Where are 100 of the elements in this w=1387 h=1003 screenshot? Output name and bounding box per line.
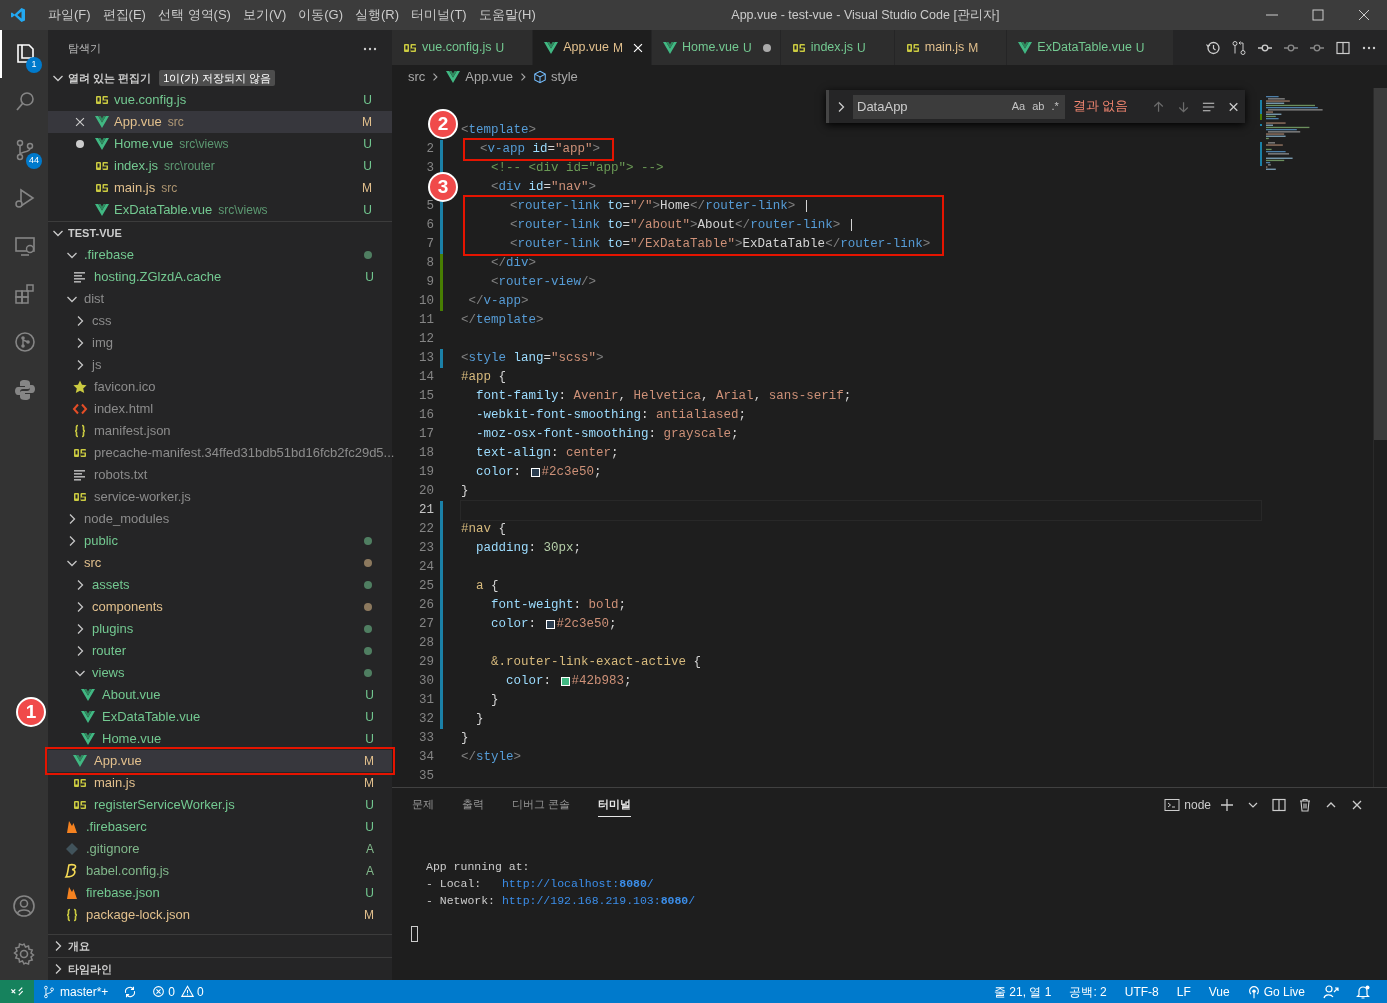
open-editor-item[interactable]: App.vue src M <box>48 111 392 133</box>
folder-item[interactable]: views <box>48 662 392 684</box>
editor-tab[interactable]: Home.vue U <box>652 30 781 65</box>
file-item[interactable]: hosting.ZGlzdA.cache U <box>48 266 392 288</box>
section-header[interactable]: 타임라인 <box>48 958 392 980</box>
open-editor-item[interactable]: ExDataTable.vue src\views U <box>48 199 392 221</box>
menu-item[interactable]: 파일(F) <box>42 5 97 25</box>
compare-changes-icon[interactable] <box>1231 39 1247 56</box>
file-item[interactable]: About.vue U <box>48 684 392 706</box>
file-item[interactable]: index.html <box>48 398 392 420</box>
file-item[interactable]: babel.config.js A <box>48 860 392 882</box>
breadcrumb-item[interactable]: src <box>408 66 426 87</box>
file-item[interactable]: .firebaserc U <box>48 816 392 838</box>
panel-tab[interactable]: 터미널 <box>598 791 632 818</box>
status-item[interactable]: Vue <box>1199 982 1239 1001</box>
file-item[interactable]: .gitignore A <box>48 838 392 860</box>
branch-button[interactable]: master*+ <box>34 982 117 1001</box>
find-option-toggle[interactable]: Aa <box>1009 98 1028 115</box>
folder-item[interactable]: src <box>48 552 392 574</box>
scrollbar-thumb[interactable] <box>1374 88 1387 440</box>
panel-tab[interactable]: 출력 <box>462 792 484 817</box>
breadcrumb-item[interactable]: style <box>533 66 578 87</box>
feedback-icon[interactable] <box>1323 983 1339 1000</box>
folder-item[interactable]: dist <box>48 288 392 310</box>
file-item[interactable]: ExDataTable.vue U <box>48 706 392 728</box>
folder-item[interactable]: assets <box>48 574 392 596</box>
trash-icon[interactable] <box>1297 796 1313 813</box>
line-number: 29 <box>418 654 434 672</box>
account-icon <box>12 894 36 918</box>
status-item[interactable]: UTF-8 <box>1115 982 1168 1001</box>
file-item[interactable]: App.vue M <box>48 750 392 772</box>
menu-item[interactable]: 도움말(H) <box>472 5 542 25</box>
status-item[interactable]: 줄 21, 열 1 <box>985 982 1061 1001</box>
problems-button[interactable]: 0 0 <box>144 982 212 1001</box>
folder-item[interactable]: .firebase <box>48 244 392 266</box>
find-option-toggle[interactable]: .* <box>1049 98 1061 115</box>
code-line: text-align: center; <box>475 445 619 463</box>
split-editor-icon[interactable] <box>1335 39 1351 56</box>
section-header[interactable]: 열려 있는 편집기 1이(가) 저장되지 않음 <box>48 67 392 89</box>
section-title: 열려 있는 편집기 <box>68 70 152 86</box>
go-live-button[interactable]: Go Live <box>1238 982 1313 1001</box>
section-header[interactable]: TEST-VUE <box>48 222 392 244</box>
code-line: <style lang="scss"> <box>461 350 604 368</box>
panel-tab[interactable]: 문제 <box>412 792 434 817</box>
scrollbar-track[interactable] <box>1373 88 1387 787</box>
editor-tab[interactable]: main.js M <box>894 30 1008 65</box>
git-status-label: M <box>364 907 374 924</box>
file-item[interactable]: favicon.ico <box>48 376 392 398</box>
folder-item[interactable]: img <box>48 332 392 354</box>
panel-tab[interactable]: 디버그 콘솔 <box>512 792 571 817</box>
menu-item[interactable]: 이동(G) <box>292 5 350 25</box>
branch-tab[interactable]: 44 <box>0 126 48 174</box>
editor-tab[interactable]: index.js U <box>780 30 895 65</box>
menu-item[interactable]: 실행(R) <box>349 5 406 25</box>
file-item[interactable]: manifest.json <box>48 420 392 442</box>
folder-item[interactable]: js <box>48 354 392 376</box>
notifications-icon[interactable] <box>1355 983 1371 1000</box>
folder-item[interactable]: node_modules <box>48 508 392 530</box>
file-item[interactable]: service-worker.js <box>48 486 392 508</box>
plus-icon[interactable] <box>1219 796 1235 813</box>
menu-item[interactable]: 편집(E) <box>96 5 152 25</box>
folder-item[interactable]: components <box>48 596 392 618</box>
section-header[interactable]: 개요 <box>48 935 392 957</box>
open-editor-item[interactable]: main.js src M <box>48 177 392 199</box>
terminal-selector[interactable]: node <box>1164 795 1211 814</box>
menu-item[interactable]: 터미널(T) <box>405 5 473 25</box>
file-item[interactable]: firebase.json U <box>48 882 392 904</box>
editor-tab[interactable]: App.vue M <box>533 30 653 65</box>
search-field[interactable]: DataApp Aa ab .* <box>853 94 1065 119</box>
status-item[interactable]: 공백: 2 <box>1060 982 1116 1001</box>
file-item[interactable]: Home.vue U <box>48 728 392 750</box>
open-editor-item[interactable]: vue.config.js U <box>48 89 392 111</box>
history-icon[interactable] <box>1205 39 1221 56</box>
find-option-toggle[interactable]: ab <box>1030 98 1047 115</box>
menu-item[interactable]: 선택 영역(S) <box>151 5 237 25</box>
file-item[interactable]: precache-manifest.34ffed31bdb51bd16fcb2fc29d5... <box>48 442 392 464</box>
folder-name: src <box>84 554 102 573</box>
folder-item[interactable]: css <box>48 310 392 332</box>
status-item[interactable]: LF <box>1167 982 1200 1001</box>
file-item[interactable]: package-lock.json M <box>48 904 392 926</box>
breadcrumb-item[interactable]: App.vue <box>445 66 514 87</box>
close-icon[interactable] <box>73 115 87 129</box>
folder-item[interactable]: router <box>48 640 392 662</box>
terminal-link[interactable]: http://192.168.219.103:8080/ <box>501 894 696 907</box>
split-icon[interactable] <box>1271 796 1287 813</box>
editor-tab[interactable]: ExDataTable.vue U <box>1007 30 1174 65</box>
remote-button[interactable] <box>0 980 34 1003</box>
open-editor-item[interactable]: index.js src\router U <box>48 155 392 177</box>
folder-item[interactable]: public <box>48 530 392 552</box>
code-line: <router-view/> <box>490 274 597 292</box>
warning-count: 0 <box>197 983 204 1001</box>
folder-name: .firebase <box>84 246 134 265</box>
file-item[interactable]: main.js M <box>48 772 392 794</box>
open-editor-item[interactable]: Home.vue src\views U <box>48 133 392 155</box>
folder-item[interactable]: plugins <box>48 618 392 640</box>
editor-tab[interactable]: vue.config.js U <box>392 30 534 65</box>
terminal-link[interactable]: http://localhost:8080/ <box>501 877 654 890</box>
menu-item[interactable]: 보기(V) <box>236 5 293 25</box>
file-item[interactable]: registerServiceWorker.js U <box>48 794 392 816</box>
file-item[interactable]: robots.txt <box>48 464 392 486</box>
